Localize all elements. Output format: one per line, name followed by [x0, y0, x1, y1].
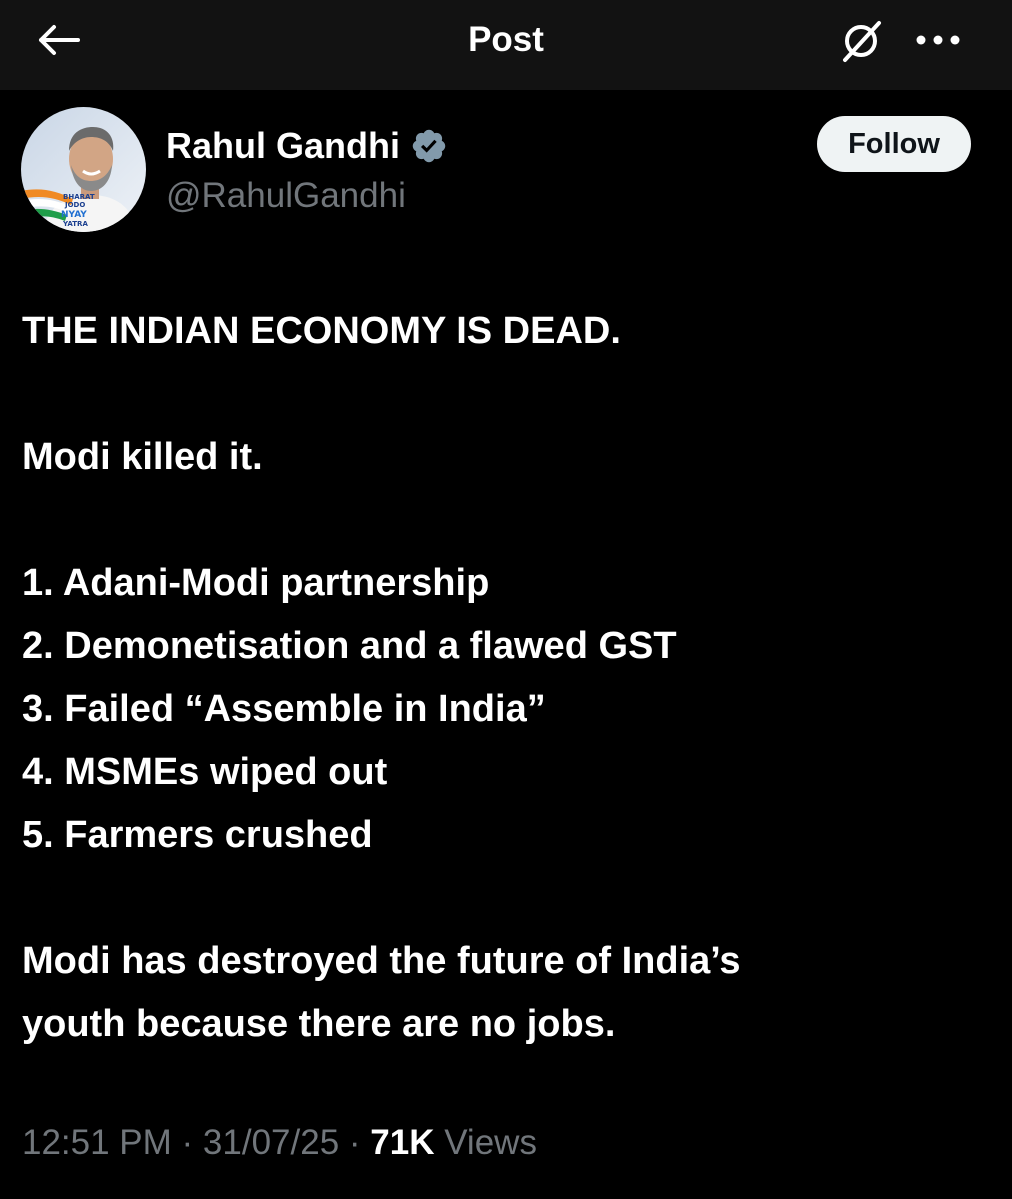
- author-name-row[interactable]: Rahul Gandhi: [166, 122, 448, 170]
- top-bar: Post: [0, 0, 1012, 90]
- grok-icon: [843, 21, 881, 62]
- avatar-logo-line1: BHARAT: [63, 193, 95, 201]
- author-display-name: Rahul Gandhi: [166, 125, 400, 166]
- views-count: 71K: [370, 1123, 435, 1162]
- avatar-image: BHARAT JODO NYAY YATRA: [21, 107, 146, 232]
- tweet-text: THE INDIAN ECONOMY IS DEAD. Modi killed …: [22, 300, 992, 1056]
- tweet-line: Modi killed it.: [22, 436, 263, 478]
- tweet-list-item: 4. MSMEs wiped out: [22, 751, 388, 793]
- follow-button[interactable]: Follow: [817, 116, 971, 172]
- avatar-logo-line3: NYAY: [61, 210, 87, 220]
- meta-separator: ·: [171, 1123, 203, 1162]
- tweet-closing-line: Modi has destroyed the future of India’s: [22, 940, 741, 982]
- more-options-button[interactable]: [906, 18, 970, 62]
- avatar-logo-line4: YATRA: [62, 220, 88, 228]
- grok-button[interactable]: [834, 16, 888, 66]
- tweet-meta: 12:51 PM · 31/07/25 · 71K Views: [22, 1118, 537, 1168]
- views-label: Views: [434, 1123, 537, 1162]
- avatar-logo-line2: JODO: [64, 201, 85, 209]
- tweet-closing-line: youth because there are no jobs.: [22, 1003, 616, 1045]
- tweet-time[interactable]: 12:51 PM: [22, 1123, 172, 1162]
- tweet-headline: THE INDIAN ECONOMY IS DEAD.: [22, 310, 621, 352]
- tweet-list-item: 3. Failed “Assemble in India”: [22, 688, 546, 730]
- meta-separator: ·: [339, 1123, 371, 1162]
- author-handle[interactable]: @RahulGandhi: [166, 174, 406, 218]
- verified-badge-icon: [412, 129, 446, 163]
- tweet-list-item: 2. Demonetisation and a flawed GST: [22, 625, 677, 667]
- tweet-list-item: 1. Adani-Modi partnership: [22, 562, 490, 604]
- tweet-list-item: 5. Farmers crushed: [22, 814, 373, 856]
- avatar[interactable]: BHARAT JODO NYAY YATRA: [21, 107, 146, 232]
- more-horizontal-icon: [916, 35, 960, 45]
- tweet-date[interactable]: 31/07/25: [203, 1123, 339, 1162]
